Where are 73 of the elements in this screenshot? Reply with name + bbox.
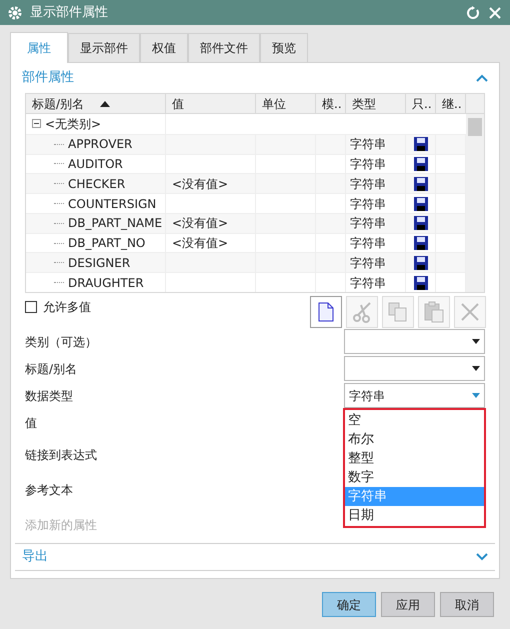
dropdown-arrow-icon — [472, 339, 480, 344]
attribute-value: <没有值> — [172, 215, 228, 232]
attribute-value: <没有值> — [172, 235, 228, 252]
dropdown-arrow-icon — [472, 393, 480, 398]
copy-icon — [388, 302, 408, 322]
field-label: 数据类型 — [25, 388, 73, 404]
new-document-icon — [318, 302, 334, 322]
field-label: 参考文本 — [25, 482, 73, 498]
attribute-title[interactable]: COUNTERSIGN — [68, 194, 156, 212]
group-label: <无类别> — [45, 116, 102, 133]
attribute-title[interactable]: CHECKER — [68, 174, 126, 193]
field-label: 标题/别名 — [25, 360, 78, 378]
dropdown-option[interactable]: 日期 — [345, 506, 484, 525]
toolbar-button[interactable] — [310, 296, 342, 328]
scissors-icon — [351, 301, 373, 323]
checkbox[interactable] — [25, 301, 37, 313]
column-header[interactable]: 继.. — [436, 94, 466, 113]
dialog-button[interactable]: 应用 — [381, 592, 435, 617]
dropdown-option[interactable]: 数字 — [345, 468, 484, 487]
attribute-type: 字符串 — [350, 176, 386, 193]
section-title: 导出 — [22, 548, 48, 566]
field-label: 值 — [25, 415, 37, 432]
column-header[interactable]: 标题/别名 — [26, 94, 166, 113]
dialog-button[interactable]: 确定 — [322, 592, 376, 617]
dropdown-field[interactable] — [344, 329, 485, 354]
dropdown-value: 字符串 — [349, 388, 385, 404]
attribute-type: 字符串 — [350, 196, 386, 212]
tab[interactable]: 显示部件 — [68, 33, 140, 62]
attribute-type: 字符串 — [350, 136, 386, 154]
collapse-box-icon[interactable] — [32, 119, 41, 128]
attribute-title[interactable]: DRAUGHTER — [68, 274, 144, 292]
dropdown-option[interactable]: 空 — [345, 411, 484, 430]
dropdown-option[interactable]: 布尔 — [345, 430, 484, 449]
clipboard-icon — [424, 301, 444, 323]
attribute-type: 字符串 — [350, 156, 386, 173]
attribute-title[interactable]: DB_PART_NO — [68, 234, 146, 252]
dropdown-field[interactable]: 字符串 — [344, 383, 485, 408]
delete-icon — [461, 303, 479, 321]
attribute-title[interactable]: DESIGNER — [68, 254, 130, 272]
attribute-title[interactable]: DB_PART_NAME — [68, 214, 162, 232]
collapse-caret-icon[interactable] — [476, 74, 488, 82]
column-header[interactable]: 单位 — [256, 94, 316, 113]
attribute-type: 字符串 — [350, 254, 386, 272]
attribute-type: 字符串 — [350, 274, 386, 292]
attribute-title[interactable]: APPROVER — [68, 135, 132, 154]
tab[interactable]: 属性 — [10, 32, 68, 63]
checkbox-label: 允许多值 — [43, 299, 91, 316]
field-label: 添加新的属性 — [25, 516, 97, 534]
tab[interactable]: 部件文件 — [188, 33, 260, 62]
sort-up-icon — [100, 100, 110, 106]
attribute-type: 字符串 — [350, 235, 386, 252]
field-label: 类别（可选） — [25, 334, 97, 350]
dropdown-arrow-icon — [472, 366, 480, 371]
expand-caret-icon[interactable] — [476, 553, 488, 561]
field-label: 链接到表达式 — [25, 446, 97, 464]
dropdown-field[interactable] — [344, 356, 485, 381]
attribute-value: <没有值> — [172, 176, 228, 193]
column-header[interactable]: 类型 — [346, 94, 406, 113]
dropdown-option[interactable]: 整型 — [345, 449, 484, 468]
dialog-button[interactable]: 取消 — [440, 592, 494, 617]
close-icon[interactable] — [488, 6, 502, 20]
reset-icon[interactable] — [466, 6, 480, 20]
tab[interactable]: 预览 — [260, 33, 308, 62]
tab[interactable]: 权值 — [140, 33, 188, 62]
column-header[interactable]: 模.. — [316, 94, 346, 113]
window-title: 显示部件属性 — [30, 4, 108, 22]
section-title: 部件属性 — [22, 69, 74, 88]
scrollbar[interactable] — [466, 114, 484, 292]
column-header[interactable]: 只.. — [406, 94, 436, 113]
gear-icon — [8, 6, 22, 20]
attribute-title[interactable]: AUDITOR — [68, 154, 123, 173]
attribute-type: 字符串 — [350, 215, 386, 232]
column-header[interactable]: 值 — [166, 94, 256, 113]
